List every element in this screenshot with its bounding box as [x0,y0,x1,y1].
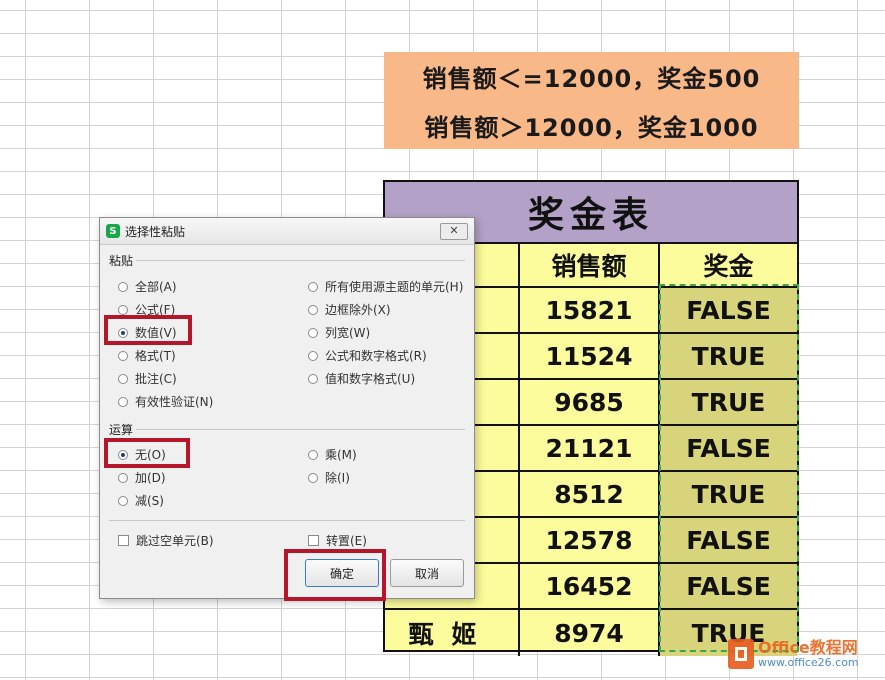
divider [136,260,465,261]
divider [109,520,465,521]
radio-icon [118,495,128,506]
option-label: 减(S) [135,494,164,508]
office-logo-icon [728,639,754,669]
office26-watermark: Office教程网 www.office26.com [728,632,885,676]
radio-icon [118,281,128,292]
option-label: 跳过空单元(B) [136,534,214,548]
radio-icon [118,350,128,361]
skip-blanks-checkbox[interactable]: 跳过空单元(B) [118,532,214,549]
option-label: 所有使用源主题的单元(H) [325,280,464,294]
cell-sales[interactable]: 8512 [520,472,660,516]
cell-sales[interactable]: 15821 [520,288,660,332]
option-label: 有效性验证(N) [135,395,214,409]
radio-icon [308,472,318,483]
radio-icon [308,304,318,315]
wps-sheet-icon: S [106,224,120,238]
paste-source-theme-option[interactable]: 所有使用源主题的单元(H) [308,278,463,295]
radio-icon [118,396,128,407]
cell-name[interactable]: 甄姬 [385,610,520,656]
operation-subtract-option[interactable]: 减(S) [118,492,164,509]
watermark-url: www.office26.com [758,655,859,669]
paste-formulas-numbers-option[interactable]: 公式和数字格式(R) [308,347,427,364]
bonus-rule-note: 销售额＜=12000，奖金500 销售额＞12000，奖金1000 [384,52,799,149]
option-label: 全部(A) [135,280,177,294]
watermark-main: Office教程网 [758,638,858,658]
paste-formats-option[interactable]: 格式(T) [118,347,176,364]
cell-sales[interactable]: 21121 [520,426,660,470]
checkbox-icon [118,535,129,546]
radio-icon [308,281,318,292]
radio-icon [308,449,318,460]
operation-none-option[interactable]: 无(O) [118,446,166,463]
radio-selected-icon [118,449,128,460]
cell-bonus[interactable]: FALSE [660,564,797,608]
radio-icon [118,373,128,384]
radio-icon [308,350,318,361]
paste-special-dialog: S 选择性粘贴 ✕ 粘贴 全部(A) 公式(F) 数值(V) 格式(T) 批注(… [99,217,475,599]
operation-multiply-option[interactable]: 乘(M) [308,446,357,463]
option-label: 列宽(W) [325,326,371,340]
option-label: 公式和数字格式(R) [325,349,427,363]
paste-comments-option[interactable]: 批注(C) [118,370,177,387]
cell-sales[interactable]: 16452 [520,564,660,608]
dialog-titlebar[interactable]: S 选择性粘贴 ✕ [100,218,474,245]
radio-icon [118,472,128,483]
radio-icon [308,373,318,384]
option-label: 边框除外(X) [325,303,391,317]
ok-button[interactable]: 确定 [305,559,379,587]
checkbox-icon [308,535,319,546]
paste-formulas-option[interactable]: 公式(F) [118,301,175,318]
option-label: 批注(C) [135,372,177,386]
watermark-text: Office教程网 www.office26.com [758,639,859,669]
option-label: 除(I) [325,471,350,485]
dialog-title: 选择性粘贴 [125,224,186,239]
paste-values-numbers-option[interactable]: 值和数字格式(U) [308,370,415,387]
operation-divide-option[interactable]: 除(I) [308,469,350,486]
rule-line-2: 销售额＞12000，奖金1000 [424,113,759,142]
radio-selected-icon [118,327,128,338]
cell-bonus[interactable]: FALSE [660,426,797,470]
radio-icon [308,327,318,338]
paste-values-option[interactable]: 数值(V) [118,324,177,341]
option-label: 公式(F) [135,303,176,317]
option-label: 乘(M) [325,448,357,462]
paste-all-option[interactable]: 全部(A) [118,278,177,295]
cell-bonus[interactable]: TRUE [660,472,797,516]
header-sales[interactable]: 销售额 [520,244,660,286]
operation-group-label: 运算 [109,423,134,437]
cell-bonus[interactable]: FALSE [660,518,797,562]
option-label: 格式(T) [135,349,176,363]
close-icon[interactable]: ✕ [440,223,468,240]
transpose-checkbox[interactable]: 转置(E) [308,532,367,549]
cancel-button[interactable]: 取消 [390,559,464,587]
cell-sales[interactable]: 11524 [520,334,660,378]
cell-sales[interactable]: 12578 [520,518,660,562]
header-bonus[interactable]: 奖金 [660,244,797,286]
option-label: 数值(V) [135,326,177,340]
option-label: 转置(E) [326,534,367,548]
cell-sales[interactable]: 9685 [520,380,660,424]
radio-icon [118,304,128,315]
rule-line-1: 销售额＜=12000，奖金500 [422,64,761,93]
paste-except-borders-option[interactable]: 边框除外(X) [308,301,391,318]
paste-group-label: 粘贴 [109,254,134,268]
cell-bonus[interactable]: TRUE [660,380,797,424]
divider [136,429,465,430]
option-label: 值和数字格式(U) [325,372,416,386]
option-label: 加(D) [135,471,166,485]
cell-bonus[interactable]: TRUE [660,334,797,378]
paste-column-width-option[interactable]: 列宽(W) [308,324,370,341]
operation-add-option[interactable]: 加(D) [118,469,166,486]
cell-bonus[interactable]: FALSE [660,288,797,332]
cell-sales[interactable]: 8974 [520,610,660,656]
paste-validation-option[interactable]: 有效性验证(N) [118,393,213,410]
option-label: 无(O) [135,448,166,462]
